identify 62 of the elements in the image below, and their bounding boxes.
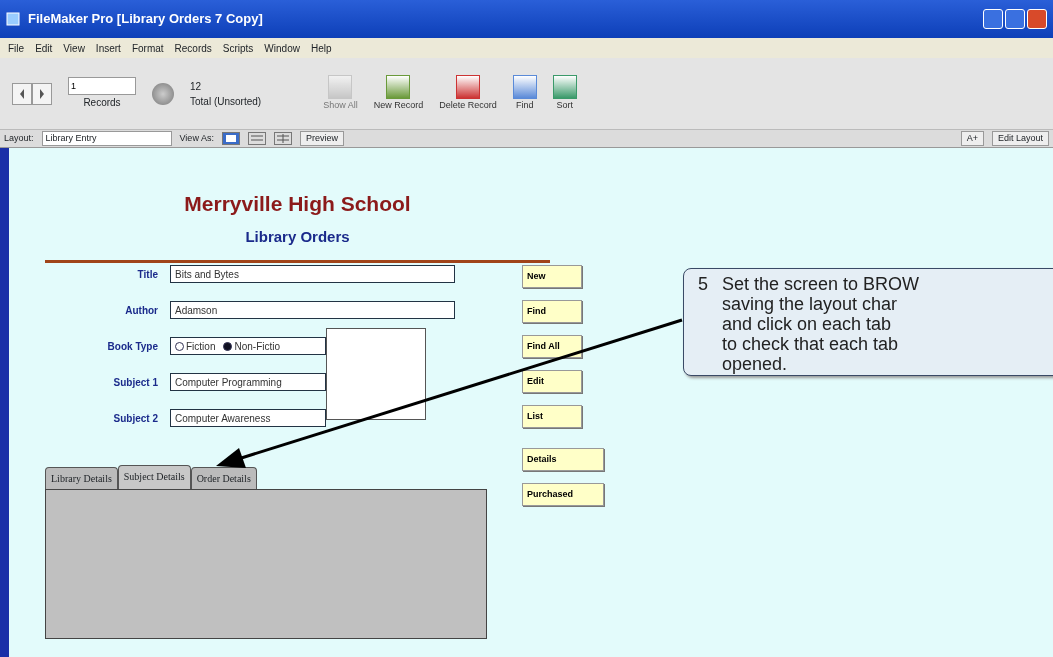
input-field[interactable]: Computer Programming (170, 373, 326, 391)
toolbar-button[interactable]: New Record (373, 74, 424, 113)
instruction-text: to check that each tab (722, 334, 900, 354)
field-label: Title (136, 267, 159, 282)
preview-button[interactable]: Preview (299, 130, 344, 147)
input-field[interactable]: Adamson (170, 301, 455, 319)
toolbar-button[interactable]: Delete Record (439, 74, 497, 113)
instruction-text: Set the screen to BROW (722, 274, 920, 294)
tab[interactable]: Subject Details (117, 465, 191, 489)
form-button[interactable]: Edit (522, 370, 582, 393)
form-heading: Library Orders (245, 228, 350, 246)
layout-dropdown[interactable]: Library Entry (41, 131, 172, 146)
menu-item[interactable]: Help (310, 40, 332, 56)
menu-item[interactable]: Records (174, 40, 212, 56)
school-heading: Merryville High School (184, 192, 411, 216)
form-button[interactable]: List (522, 405, 582, 428)
table-view-button[interactable] (273, 132, 292, 145)
app-icon (6, 12, 20, 26)
record-pie-icon (152, 82, 174, 105)
instruction-text: opened. (722, 354, 789, 374)
field-label: Subject 2 (112, 411, 159, 426)
record-number-field[interactable]: 1 (68, 77, 136, 95)
menu-item[interactable]: Format (131, 40, 164, 56)
field-label: Subject 1 (112, 375, 159, 390)
menu-item[interactable]: File (8, 40, 25, 56)
form-button[interactable]: Details (522, 448, 604, 471)
records-label: Records (83, 96, 121, 110)
input-field[interactable]: Computer Awareness (170, 409, 326, 427)
step-number: 5 (698, 274, 709, 294)
window-title: FileMaker Pro [Library Orders 7 Copy] (28, 10, 263, 29)
menu-item[interactable]: Edit (35, 40, 53, 56)
instruction-text: saving the layout char (722, 294, 899, 314)
form-view-button[interactable] (221, 132, 240, 145)
close-button[interactable] (1027, 9, 1047, 29)
menu-item[interactable]: Window (264, 40, 300, 56)
layout-label: Layout: (4, 131, 34, 145)
form-button[interactable]: New (522, 265, 582, 288)
input-field[interactable]: Bits and Bytes (170, 265, 455, 283)
form-button[interactable]: Purchased (522, 483, 604, 506)
tab[interactable]: Order Details (190, 467, 257, 489)
form-button[interactable]: Find All (522, 335, 582, 358)
menu-item[interactable]: Scripts (222, 40, 254, 56)
menu-item[interactable]: View (63, 40, 85, 56)
maximize-button[interactable] (1005, 9, 1025, 29)
minimize-button[interactable] (983, 9, 1003, 29)
tab[interactable]: Library Details (45, 467, 118, 489)
toolbar-button: Show All (323, 74, 358, 113)
font-size-button[interactable]: A+ (960, 130, 984, 147)
back-button[interactable] (12, 82, 32, 105)
forward-button[interactable] (32, 82, 52, 105)
radio-option[interactable]: Fiction (175, 338, 216, 354)
view-as-label: View As: (179, 131, 214, 145)
radio-option[interactable]: Non-Fictio (223, 338, 281, 354)
field-label: Book Type (106, 339, 159, 354)
total-count: 12 (190, 79, 203, 94)
field-label: Author (124, 303, 159, 318)
total-label: Total (Unsorted) (190, 94, 262, 109)
menu-item[interactable]: Insert (95, 40, 121, 56)
instruction-text: and click on each tab (722, 314, 893, 334)
list-view-button[interactable] (247, 132, 266, 145)
edit-layout-button[interactable]: Edit Layout (991, 130, 1049, 147)
form-button[interactable]: Find (522, 300, 582, 323)
